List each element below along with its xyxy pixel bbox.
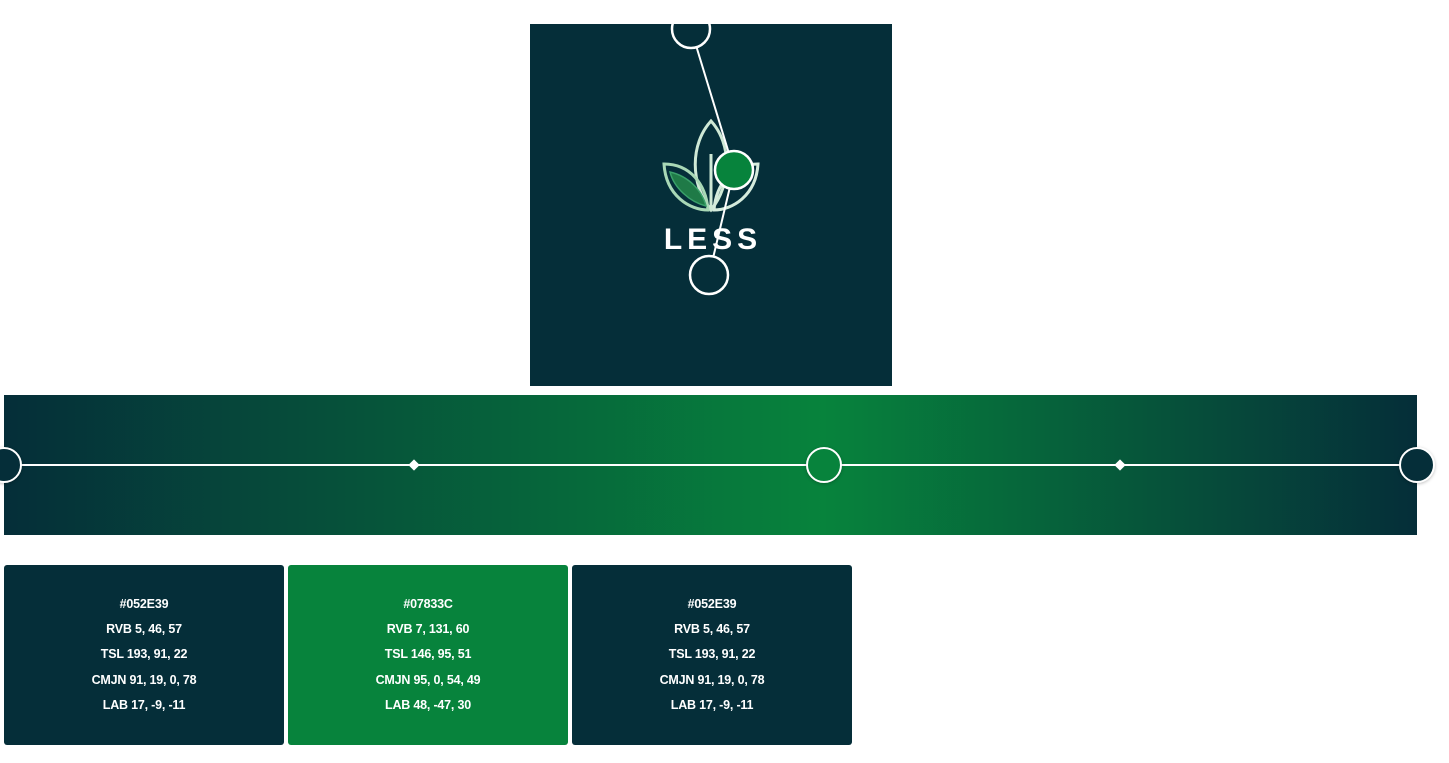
swatch-cmjn: CMJN 95, 0, 54, 49 — [375, 672, 481, 687]
swatch-cmjn: CMJN 91, 19, 0, 78 — [659, 672, 765, 687]
logo-image: LESS — [530, 24, 892, 386]
swatch-cmjn: CMJN 91, 19, 0, 78 — [91, 672, 197, 687]
color-swatch-card[interactable]: #052E39 RVB 5, 46, 57 TSL 193, 91, 22 CM… — [572, 565, 852, 745]
color-swatch-card[interactable]: #052E39 RVB 5, 46, 57 TSL 193, 91, 22 CM… — [4, 565, 284, 745]
gradient-preview-bar[interactable] — [0, 395, 1435, 535]
source-image-panel: LESS — [530, 24, 892, 386]
sample-point-end-handle[interactable] — [688, 254, 730, 296]
swatch-lab: LAB 48, -47, 30 — [385, 697, 471, 712]
gradient-stop-handle-start[interactable] — [0, 447, 22, 483]
swatch-rvb: RVB 5, 46, 57 — [674, 622, 750, 637]
swatch-hex: #052E39 — [687, 596, 737, 611]
swatch-rvb: RVB 5, 46, 57 — [106, 622, 182, 637]
swatch-hex: #07833C — [403, 596, 453, 611]
logo-text: LESS — [664, 223, 762, 256]
swatch-tsl: TSL 146, 95, 51 — [384, 647, 472, 662]
gradient-track-line — [4, 464, 1417, 466]
gradient-stop-handle-middle[interactable] — [806, 447, 842, 483]
swatch-tsl: TSL 193, 91, 22 — [668, 647, 756, 662]
sample-point-mid-handle[interactable] — [713, 149, 755, 191]
swatch-lab: LAB 17, -9, -11 — [670, 697, 754, 712]
gradient-stop-handle-end[interactable] — [1399, 447, 1435, 483]
color-swatch-card[interactable]: #07833C RVB 7, 131, 60 TSL 146, 95, 51 C… — [288, 565, 568, 745]
gradient-midpoint-handle[interactable] — [408, 459, 420, 471]
swatch-tsl: TSL 193, 91, 22 — [100, 647, 188, 662]
swatch-hex: #052E39 — [119, 596, 169, 611]
swatch-rvb: RVB 7, 131, 60 — [386, 622, 470, 637]
swatch-lab: LAB 17, -9, -11 — [102, 697, 186, 712]
gradient-midpoint-handle[interactable] — [1114, 459, 1126, 471]
